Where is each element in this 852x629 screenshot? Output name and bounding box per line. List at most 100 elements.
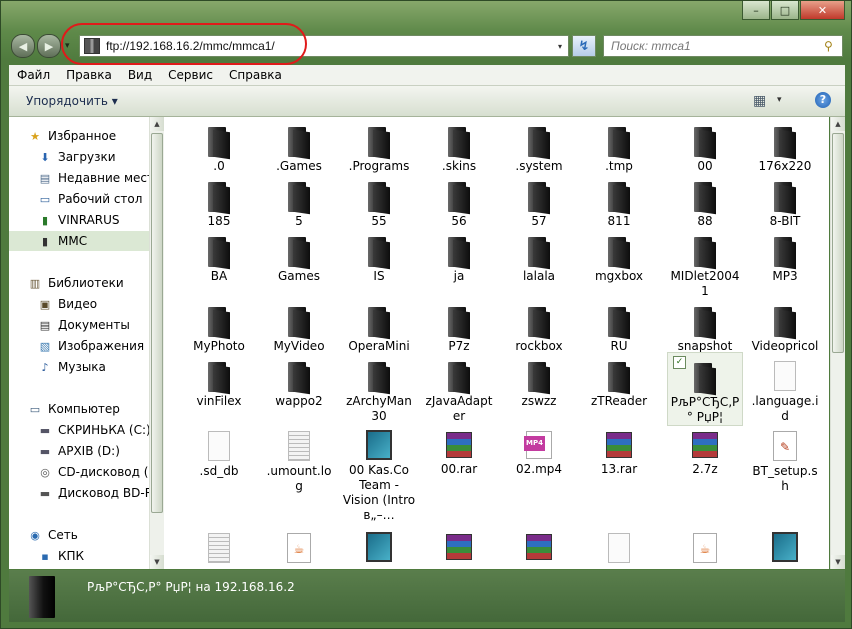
navigation-scrollbar[interactable]: ▲ ▼ — [149, 117, 164, 569]
sidebar-item-desktop[interactable]: ▭ Рабочий стол — [37, 189, 149, 209]
sidebar-favorites[interactable]: ★ Избранное — [27, 126, 149, 146]
sidebar-network[interactable]: ◉ Сеть — [27, 525, 149, 545]
video-file-item[interactable]: 00 Kas.Co Team - Vision (Intro в„–… — [341, 422, 417, 523]
folder-item[interactable]: MP3 — [747, 227, 823, 284]
folder-item[interactable]: snapshot — [667, 297, 743, 354]
sidebar-computer[interactable]: ▭ Компьютер — [27, 399, 149, 419]
archive-file-item[interactable] — [421, 524, 497, 564]
folder-item[interactable]: rockbox — [501, 297, 577, 354]
folder-item[interactable]: OperaMini — [341, 297, 417, 354]
folder-item[interactable]: zswzz — [501, 352, 577, 409]
maximize-button[interactable]: □ — [771, 1, 799, 20]
sidebar-item-kpk[interactable]: ▪ КПК — [37, 546, 149, 566]
help-icon[interactable]: ? — [815, 92, 831, 108]
file-item[interactable]: .sd_db — [181, 422, 257, 479]
folder-item[interactable]: 57 — [501, 172, 577, 229]
organize-button[interactable]: Упорядочить ▾ — [26, 94, 118, 108]
folder-item[interactable]: .0 — [181, 117, 257, 174]
folder-item[interactable]: 55 — [341, 172, 417, 229]
folder-item[interactable]: MyPhoto — [181, 297, 257, 354]
video-file-item[interactable] — [747, 524, 823, 565]
scroll-thumb[interactable] — [832, 133, 844, 353]
sidebar-item-recent[interactable]: ▤Недавние места — [37, 168, 149, 188]
search-input[interactable]: Поиск: mmca1 — [604, 39, 824, 53]
folder-item[interactable]: 8-BIT — [747, 172, 823, 229]
archive-file-item[interactable]: 13.rar — [581, 422, 657, 477]
back-button[interactable]: ◀ — [11, 34, 35, 58]
folder-item[interactable]: 5 — [261, 172, 337, 229]
folder-item[interactable]: .skins — [421, 117, 497, 174]
folder-item[interactable]: 185 — [181, 172, 257, 229]
java-file-item[interactable]: ☕ — [667, 524, 743, 566]
script-file-item[interactable]: ✎ BT_setup.s h — [747, 422, 823, 494]
file-item[interactable] — [181, 524, 257, 566]
menu-edit[interactable]: Правка — [58, 68, 120, 82]
sidebar-item-music[interactable]: ♪ Музыка — [37, 357, 149, 377]
folder-item[interactable]: zArchyMan 30 — [341, 352, 417, 424]
folder-item[interactable]: .tmp — [581, 117, 657, 174]
folder-item[interactable]: IS — [341, 227, 417, 284]
folder-item[interactable]: 00 — [667, 117, 743, 174]
scroll-down-arrow[interactable]: ▼ — [150, 555, 164, 569]
scroll-thumb[interactable] — [151, 133, 163, 513]
folder-item[interactable]: Videopricol — [747, 297, 823, 354]
folder-item[interactable]: P7z — [421, 297, 497, 354]
folder-item[interactable]: vinFilex — [181, 352, 257, 409]
java-file-item[interactable]: ☕ — [261, 524, 337, 566]
refresh-button[interactable]: ↯ — [572, 35, 596, 57]
menu-file[interactable]: Файл — [9, 68, 58, 82]
video-file-item[interactable] — [341, 524, 417, 565]
selection-checkbox[interactable]: ✓ — [673, 356, 686, 369]
folder-item[interactable]: 56 — [421, 172, 497, 229]
file-item[interactable] — [581, 524, 657, 566]
folder-item[interactable]: .system — [501, 117, 577, 174]
scroll-up-arrow[interactable]: ▲ — [831, 117, 845, 131]
folder-item[interactable]: mgxbox — [581, 227, 657, 284]
search-icon[interactable]: ⚲ — [824, 39, 842, 53]
menu-help[interactable]: Справка — [221, 68, 290, 82]
sidebar-item-bd[interactable]: ▬Дисковод BD-RO — [37, 483, 149, 503]
close-button[interactable]: ✕ — [800, 1, 845, 20]
menu-tools[interactable]: Сервис — [160, 68, 221, 82]
selected-folder-item[interactable]: ✓ РљР°СЂС‚Р° РџР¦ — [667, 352, 743, 426]
folder-item[interactable]: .Games — [261, 117, 337, 174]
sidebar-item-video[interactable]: ▣ Видео — [37, 294, 149, 314]
folder-item[interactable]: MyVideo — [261, 297, 337, 354]
archive-file-item[interactable]: 00.rar — [421, 422, 497, 477]
folder-item[interactable]: wappo2 — [261, 352, 337, 409]
folder-item[interactable]: RU — [581, 297, 657, 354]
forward-button[interactable]: ▶ — [37, 34, 61, 58]
file-item[interactable]: .language.i d — [747, 352, 823, 424]
menu-view[interactable]: Вид — [120, 68, 160, 82]
sidebar-item-drive-d[interactable]: ▬ АРХІВ (D:) — [37, 441, 149, 461]
folder-item[interactable]: .Programs — [341, 117, 417, 174]
search-box[interactable]: Поиск: mmca1 ⚲ — [603, 35, 843, 57]
address-dropdown[interactable]: ▾ — [552, 42, 568, 51]
minimize-button[interactable]: – — [742, 1, 770, 20]
folder-item[interactable]: 811 — [581, 172, 657, 229]
sidebar-libraries[interactable]: ▥ Библиотеки — [27, 273, 149, 293]
sidebar-item-drive-c[interactable]: ▬ СКРИНЬКА (C:) — [37, 420, 149, 440]
views-icon[interactable]: ▦ — [753, 93, 766, 109]
folder-item[interactable]: Games — [261, 227, 337, 284]
folder-item[interactable]: 176x220 — [747, 117, 823, 174]
scroll-down-arrow[interactable]: ▼ — [831, 555, 845, 569]
content-scrollbar[interactable]: ▲ ▼ — [830, 117, 845, 569]
video-file-item[interactable]: MP4 02.mp4 — [501, 422, 577, 477]
archive-file-item[interactable] — [501, 524, 577, 564]
scroll-up-arrow[interactable]: ▲ — [150, 117, 164, 131]
sidebar-item-cd[interactable]: ◎CD-дисковод (F:) — [37, 462, 149, 482]
sidebar-item-mmc[interactable]: ▮ MMC — [9, 231, 149, 251]
sidebar-item-pictures[interactable]: ▧ Изображения — [37, 336, 149, 356]
views-dropdown[interactable]: ▾ — [777, 95, 782, 105]
file-item[interactable]: .umount.lo g — [261, 422, 337, 494]
folder-item[interactable]: ja — [421, 227, 497, 284]
folder-item[interactable]: 88 — [667, 172, 743, 229]
folder-item[interactable]: MIDlet2004 1 — [667, 227, 743, 299]
sidebar-item-documents[interactable]: ▤ Документы — [37, 315, 149, 335]
folder-item[interactable]: zJavaAdapt er — [421, 352, 497, 424]
archive-file-item[interactable]: 2.7z — [667, 422, 743, 477]
sidebar-item-vinrarus[interactable]: ▮ VINRARUS — [37, 210, 149, 230]
folder-item[interactable]: lalala — [501, 227, 577, 284]
folder-item[interactable]: BA — [181, 227, 257, 284]
